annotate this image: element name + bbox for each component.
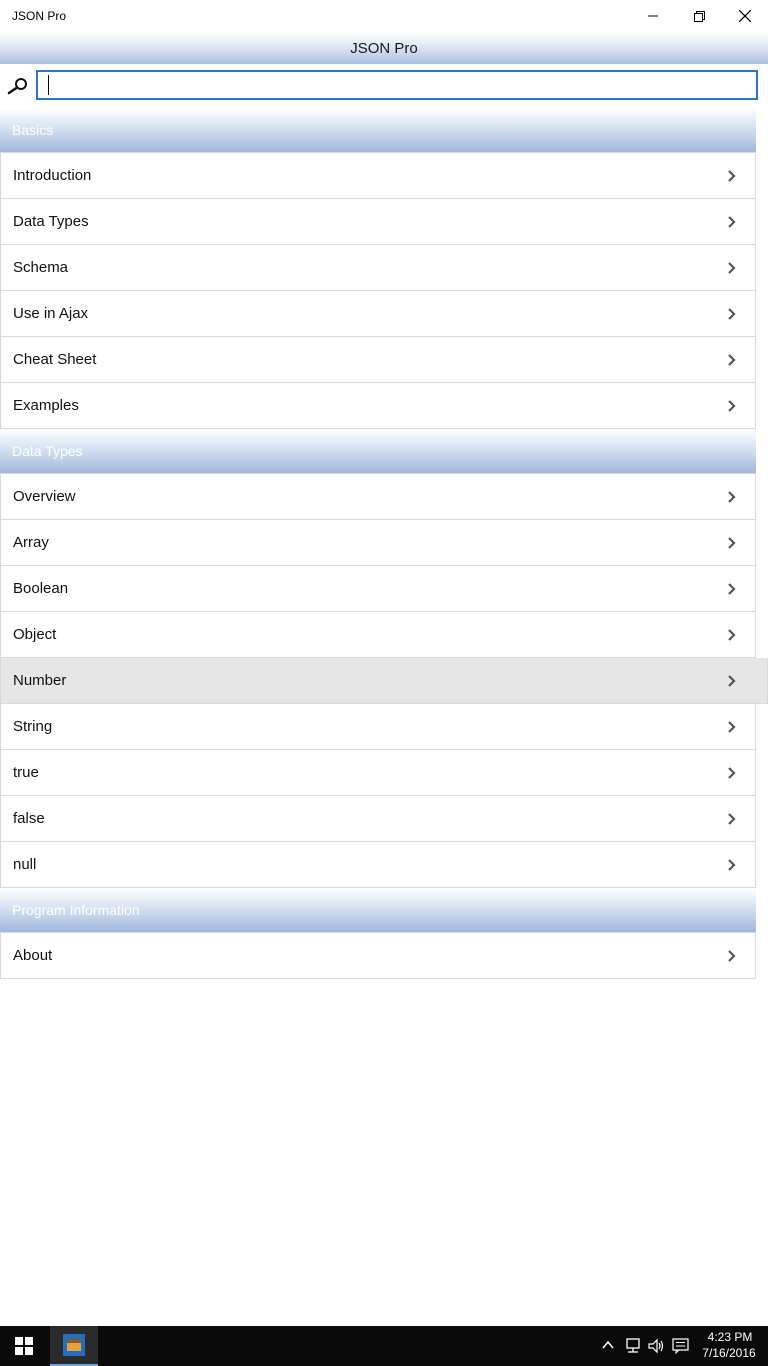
list-item-label: Examples	[13, 397, 79, 414]
chevron-right-icon	[728, 859, 736, 871]
volume-icon[interactable]	[648, 1338, 666, 1354]
chevron-up-icon[interactable]	[601, 1338, 615, 1352]
list-item[interactable]: String	[0, 704, 756, 750]
start-button[interactable]	[0, 1326, 48, 1366]
chevron-right-icon	[728, 170, 736, 182]
clock-time[interactable]: 4:23 PM	[700, 1330, 760, 1344]
list-item-label: Boolean	[13, 580, 69, 597]
list-item[interactable]: Overview	[0, 473, 756, 520]
chevron-right-icon	[728, 308, 736, 320]
search-input[interactable]	[36, 70, 758, 100]
chevron-right-icon	[728, 354, 736, 366]
list-item[interactable]: Number	[0, 658, 768, 704]
taskbar: 4:23 PM 7/16/2016	[0, 1326, 768, 1366]
list-item[interactable]: Cheat Sheet	[0, 337, 756, 383]
section-header: Data Types	[0, 429, 756, 473]
list-item[interactable]: Array	[0, 520, 756, 566]
chevron-right-icon	[728, 537, 736, 549]
section-header: Program Information	[0, 888, 756, 932]
list-item[interactable]: Introduction	[0, 152, 756, 199]
window-title: JSON Pro	[12, 9, 67, 23]
list-item[interactable]: Boolean	[0, 566, 756, 612]
list-item-label: About	[13, 947, 53, 964]
clock-date[interactable]: 7/16/2016	[698, 1346, 760, 1360]
section-title: Data Types	[12, 443, 83, 459]
restore-icon	[693, 10, 705, 22]
list-item-label: Object	[13, 626, 57, 643]
chevron-right-icon	[728, 950, 736, 962]
list-item[interactable]: Use in Ajax	[0, 291, 756, 337]
list-item-label: String	[13, 718, 53, 735]
list-item[interactable]: true	[0, 750, 756, 796]
restore-button[interactable]	[676, 0, 722, 32]
list-item-label: Array	[13, 534, 49, 551]
list-item[interactable]: About	[0, 932, 756, 979]
chevron-right-icon	[728, 400, 736, 412]
topic-list: Basics Introduction Data Types Schema Use in…	[0, 108, 768, 979]
app-header: JSON Pro	[0, 32, 768, 64]
close-button[interactable]	[722, 0, 768, 32]
list-item-label: Schema	[13, 259, 69, 276]
network-icon[interactable]	[624, 1338, 642, 1354]
chevron-right-icon	[728, 491, 736, 503]
list-item[interactable]: Examples	[0, 383, 756, 429]
close-icon	[739, 10, 751, 22]
list-item[interactable]: Schema	[0, 245, 756, 291]
chevron-right-icon	[728, 629, 736, 641]
minimize-icon	[648, 15, 658, 17]
chevron-right-icon	[728, 262, 736, 274]
chevron-right-icon	[728, 583, 736, 595]
chevron-right-icon	[728, 767, 736, 779]
chevron-right-icon	[728, 216, 736, 228]
window-titlebar: JSON Pro	[0, 0, 768, 32]
section-title: Basics	[12, 122, 54, 138]
search-bar	[0, 64, 768, 108]
chevron-right-icon	[728, 813, 736, 825]
list-item-label: null	[13, 856, 37, 873]
list-item[interactable]: false	[0, 796, 756, 842]
list-item-label: Data Types	[13, 213, 89, 230]
list-item-label: Use in Ajax	[13, 305, 89, 322]
minimize-button[interactable]	[630, 0, 676, 32]
list-item[interactable]: Object	[0, 612, 756, 658]
list-item-label: Overview	[13, 488, 76, 505]
taskbar-app-json-pro[interactable]	[50, 1326, 98, 1366]
search-icon	[7, 78, 27, 95]
list-item[interactable]: null	[0, 842, 756, 888]
list-item-label: Introduction	[13, 167, 92, 184]
windows-logo-icon	[15, 1337, 33, 1355]
section-title: Program Information	[12, 902, 140, 918]
list-item[interactable]: Data Types	[0, 199, 756, 245]
chevron-right-icon	[728, 721, 736, 733]
section-header: Basics	[0, 108, 756, 152]
action-center-icon[interactable]	[672, 1338, 690, 1354]
app-icon	[63, 1334, 85, 1356]
page-title: JSON Pro	[350, 40, 418, 57]
list-item-label: Cheat Sheet	[13, 351, 97, 368]
chevron-right-icon	[728, 675, 736, 687]
list-item-label: false	[13, 810, 45, 827]
list-item-label: Number	[13, 672, 67, 689]
text-caret	[48, 75, 49, 95]
list-item-label: true	[13, 764, 39, 781]
